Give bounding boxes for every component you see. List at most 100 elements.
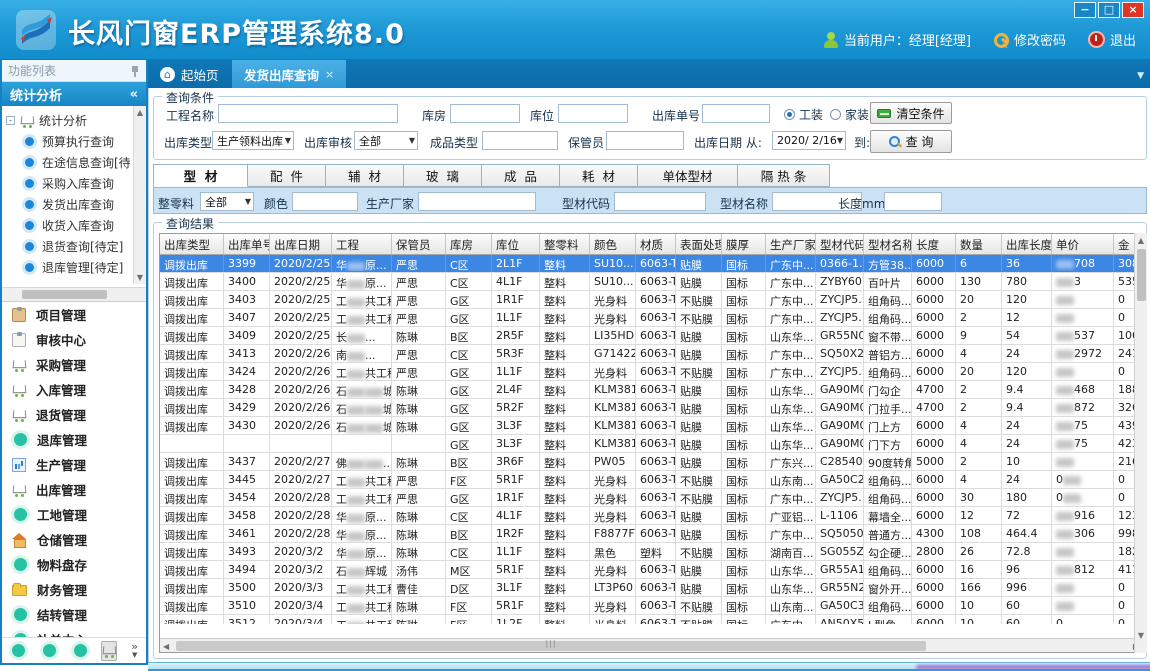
column-header[interactable]: 膜厚 [722,234,766,254]
table-row[interactable]: 调拨出库33992020/2/25华原...严思C区2L1F整料SU10...6… [160,255,1140,273]
project-name-input[interactable] [218,104,398,123]
circle-icon[interactable] [74,644,87,657]
search-button[interactable]: 查 询 [870,130,952,153]
material-tab-8[interactable]: 隔 热 条 [738,164,830,187]
column-header[interactable]: 出库长度 [1002,234,1052,254]
collapse-icon[interactable]: « [130,87,138,102]
sidebar-item-出库管理[interactable]: 出库管理 [2,477,146,502]
column-header[interactable]: 出库日期 [270,234,332,254]
tree-item[interactable]: 发货出库查询 [6,194,144,215]
sidebar-item-退库管理[interactable]: 退库管理 [2,427,146,452]
sidebar-overflow-chevron[interactable]: »▼ [131,643,138,659]
material-tab-4[interactable]: 玻 璃 [404,164,482,187]
sidebar-item-项目管理[interactable]: 项目管理 [2,302,146,327]
sidebar-item-审核中心[interactable]: 审核中心 [2,327,146,352]
sidebar-item-工地管理[interactable]: 工地管理 [2,502,146,527]
tab-close-icon[interactable]: × [325,68,334,81]
order-no-input[interactable] [702,104,770,123]
sidebar-item-财务管理[interactable]: 财务管理 [2,577,146,602]
column-header[interactable]: 保管员 [392,234,446,254]
tree-horizontal-scrollbar[interactable] [2,287,146,301]
tree-item[interactable]: 收货入库查询 [6,215,144,236]
grid-vertical-scrollbar[interactable]: ▲ ▼ [1134,233,1147,653]
length-input[interactable] [884,192,942,211]
tree-vertical-scrollbar[interactable]: ▲ ▼ [133,106,146,284]
column-header[interactable]: 材质 [636,234,676,254]
sidebar-item-结转管理[interactable]: 结转管理 [2,602,146,627]
table-row[interactable]: 调拨出库34242020/2/26工共工程严思G区1L1F整料光身料6063-T… [160,363,1140,381]
column-header[interactable]: 金 [1114,234,1136,254]
sidebar-item-退货管理[interactable]: 退货管理 [2,402,146,427]
change-password-button[interactable]: 修改密码 [993,30,1066,49]
table-row[interactable]: 调拨出库34932020/3/2华原...陈琳C区1L1F整料黑色塑料不贴膜国标… [160,543,1140,561]
column-header[interactable]: 长度 [912,234,956,254]
table-row[interactable]: 调拨出库34302020/2/26石城陈琳G区3L3F整料KLM38176063… [160,417,1140,435]
maximize-button[interactable]: □ [1098,2,1120,18]
tree-item[interactable]: 在途信息查询[待 [6,152,144,173]
logout-button[interactable]: 退出 [1088,30,1136,49]
clear-conditions-button[interactable]: 清空条件 [870,102,952,124]
table-row[interactable]: 调拨出库34942020/3/2石辉城汤伟M区5R1F整料光身料6063-T5贴… [160,561,1140,579]
column-header[interactable]: 型材名称 [864,234,912,254]
minimize-button[interactable]: − [1074,2,1096,18]
sidebar-item-补单中心[interactable]: 补单中心 [2,627,146,637]
material-tab-7[interactable]: 单体型材 [638,164,738,187]
column-header[interactable]: 出库单号 [224,234,270,254]
column-header[interactable]: 库位 [492,234,540,254]
circle-icon[interactable] [12,644,25,657]
table-row[interactable]: 调拨出库34002020/2/25华原...严思C区4L1F整料SU10...6… [160,273,1140,291]
tree-expander-icon[interactable]: - [6,116,15,125]
table-row[interactable]: 调拨出库34132020/2/26南...严思C区5R3F整料G71422606… [160,345,1140,363]
sidebar-item-入库管理[interactable]: 入库管理 [2,377,146,402]
profile-code-input[interactable] [614,192,706,211]
sidebar-item-生产管理[interactable]: 生产管理 [2,452,146,477]
tab-shipping-outbound-query[interactable]: 发货出库查询 × [232,60,346,88]
column-header[interactable]: 数量 [956,234,1002,254]
whole-piece-select[interactable]: 全部▼ [200,192,254,211]
outbound-type-select[interactable]: 生产领料出库▼ [212,131,294,150]
material-tab-6[interactable]: 耗 材 [560,164,638,187]
sidebar-item-采购管理[interactable]: 采购管理 [2,352,146,377]
table-row[interactable]: 调拨出库34452020/2/27工共工程严思F区5R1F整料光身料6063-T… [160,471,1140,489]
table-row[interactable]: 调拨出库34092020/2/25长...陈琳B区2R5F整料LI35HD606… [160,327,1140,345]
column-header[interactable]: 单价 [1052,234,1114,254]
date-from-select[interactable]: 2020/ 2/16▼ [772,131,846,150]
product-type-input[interactable] [482,131,558,150]
location-input[interactable] [558,104,628,123]
grid-hscroll-thumb[interactable] [176,641,926,651]
close-button[interactable]: × [1122,2,1144,18]
column-header[interactable]: 生产厂家 [766,234,816,254]
table-row[interactable]: 调拨出库34612020/2/28华原...陈琳B区1R2F整料F8877FT6… [160,525,1140,543]
table-row[interactable]: 调拨出库35102020/3/4工共工程陈琳F区5R1F整料光身料6063-T5… [160,597,1140,615]
keeper-input[interactable] [606,131,684,150]
manufacturer-input[interactable] [418,192,536,211]
column-header[interactable]: 工程 [332,234,392,254]
tree-item[interactable]: 采购入库查询 [6,173,144,194]
table-row[interactable]: 调拨出库34292020/2/26石城陈琳G区5R2F整料KLM38176063… [160,399,1140,417]
tree-root[interactable]: - 统计分析 [6,110,144,131]
material-tab-5[interactable]: 成 品 [482,164,560,187]
tree-item[interactable]: 退库管理[待定] [6,257,144,278]
pin-icon[interactable] [130,65,140,77]
tree-item[interactable]: 预算执行查询 [6,131,144,152]
grid-horizontal-scrollbar[interactable]: ◀ ▶ [160,638,1141,652]
table-row[interactable]: 调拨出库34072020/2/25工共工程严思G区1L1F整料光身料6063-T… [160,309,1140,327]
circle-icon[interactable] [43,644,56,657]
material-tab-1[interactable]: 型 材 [153,164,248,187]
table-row[interactable]: 调拨出库34542020/2/28工共工程严思G区1R1F整料光身料6063-T… [160,489,1140,507]
tab-list-dropdown-icon[interactable]: ▼ [1137,71,1144,81]
warehouse-input[interactable] [450,104,520,123]
radio-gongzhuang[interactable]: 工装 [784,106,823,123]
section-header-stats[interactable]: 统计分析 « [2,82,146,106]
column-header[interactable]: 颜色 [590,234,636,254]
table-row[interactable]: G区3L3F整料KLM38176063-T5贴膜国标山东华...GA90M09.… [160,435,1140,453]
color-input[interactable] [292,192,358,211]
material-tab-2[interactable]: 配 件 [248,164,326,187]
table-row[interactable]: 调拨出库35122020/3/4工共工程陈琳F区1L2F整料光身料6063-T5… [160,615,1140,624]
column-header[interactable]: 整零料 [540,234,590,254]
footer-cart-button[interactable] [101,641,117,661]
table-row[interactable]: 调拨出库34282020/2/26石城陈琳G区2L4F整料KLM38176063… [160,381,1140,399]
material-tab-3[interactable]: 辅 材 [326,164,404,187]
table-row[interactable]: 调拨出库35002020/3/3工共工程曹佳D区3L1F整料LT3P606063… [160,579,1140,597]
column-header[interactable]: 出库类型 [160,234,224,254]
